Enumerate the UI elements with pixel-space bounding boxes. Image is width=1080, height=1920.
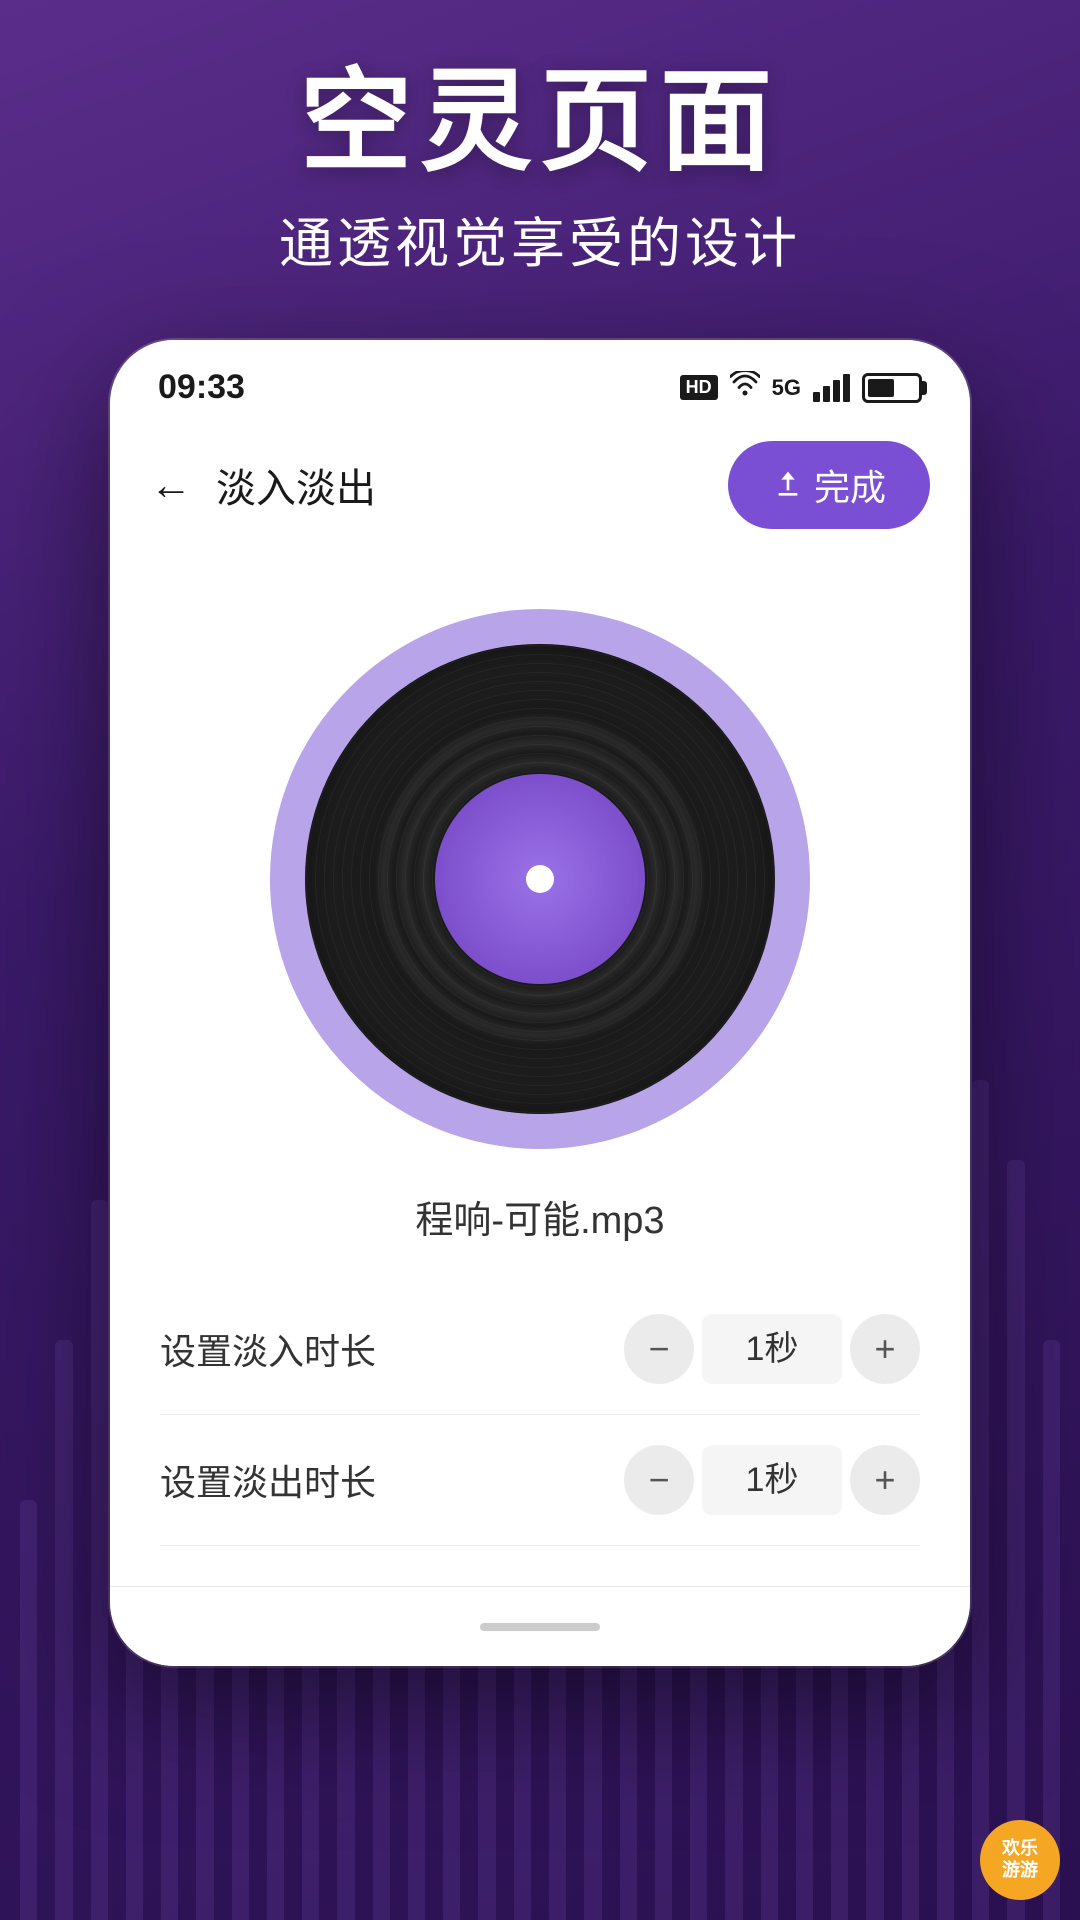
song-name: 程响-可能.mp3	[110, 1189, 970, 1244]
watermark-text: 欢乐游游	[1002, 1838, 1038, 1881]
status-icons: HD 5G	[680, 371, 922, 404]
fade-out-plus-button[interactable]: +	[850, 1445, 920, 1515]
fade-out-minus-button[interactable]: −	[624, 1445, 694, 1515]
fade-in-plus-button[interactable]: +	[850, 1314, 920, 1384]
fade-in-setting-row: 设置淡入时长 − 1秒 +	[160, 1284, 920, 1415]
settings-area: 设置淡入时长 − 1秒 + 设置淡出时长 − 1秒 +	[110, 1284, 970, 1546]
vinyl-center	[435, 774, 645, 984]
fade-in-control: − 1秒 +	[624, 1314, 920, 1384]
main-title: 空灵页面	[0, 60, 1080, 183]
watermark: 欢乐游游	[980, 1820, 1060, 1900]
status-time: 09:33	[158, 368, 245, 407]
vinyl-center-dot	[526, 865, 554, 893]
content-area: 程响-可能.mp3 设置淡入时长 − 1秒 + 设置淡出时长 − 1秒 +	[110, 549, 970, 1586]
bottom-bar	[110, 1586, 970, 1666]
complete-label: 完成	[814, 459, 886, 511]
hd-icon: HD	[680, 375, 718, 400]
phone-mockup: 09:33 HD 5G	[110, 340, 970, 1666]
back-button[interactable]: ←	[150, 461, 192, 509]
eq-bar	[972, 1080, 989, 1920]
status-bar: 09:33 HD 5G	[110, 340, 970, 417]
fade-out-label: 设置淡出时长	[160, 1454, 376, 1506]
fade-out-setting-row: 设置淡出时长 − 1秒 +	[160, 1415, 920, 1546]
bottom-handle	[480, 1623, 600, 1631]
page-title: 淡入淡出	[216, 456, 376, 514]
vinyl-record	[305, 644, 775, 1114]
eq-bar	[55, 1340, 72, 1920]
fade-in-value: 1秒	[702, 1314, 842, 1384]
complete-button[interactable]: 完成	[728, 441, 930, 529]
header-left: ← 淡入淡出	[150, 456, 376, 514]
fade-out-value: 1秒	[702, 1445, 842, 1515]
signal-icon	[813, 374, 850, 402]
battery-icon	[862, 373, 922, 403]
vinyl-container	[110, 569, 970, 1179]
app-header: ← 淡入淡出 完成	[110, 417, 970, 549]
fade-out-control: − 1秒 +	[624, 1445, 920, 1515]
eq-bar	[20, 1500, 37, 1920]
wifi-icon	[730, 371, 760, 404]
fade-in-minus-button[interactable]: −	[624, 1314, 694, 1384]
top-heading-section: 空灵页面 通透视觉享受的设计	[0, 60, 1080, 278]
upload-icon	[772, 469, 804, 501]
watermark-badge: 欢乐游游	[980, 1820, 1060, 1900]
eq-bar	[91, 1200, 108, 1920]
network-icon: 5G	[772, 375, 801, 401]
vinyl-outer-ring	[270, 609, 810, 1149]
eq-bar	[1007, 1160, 1024, 1920]
sub-title: 通透视觉享受的设计	[0, 199, 1080, 278]
fade-in-label: 设置淡入时长	[160, 1323, 376, 1375]
